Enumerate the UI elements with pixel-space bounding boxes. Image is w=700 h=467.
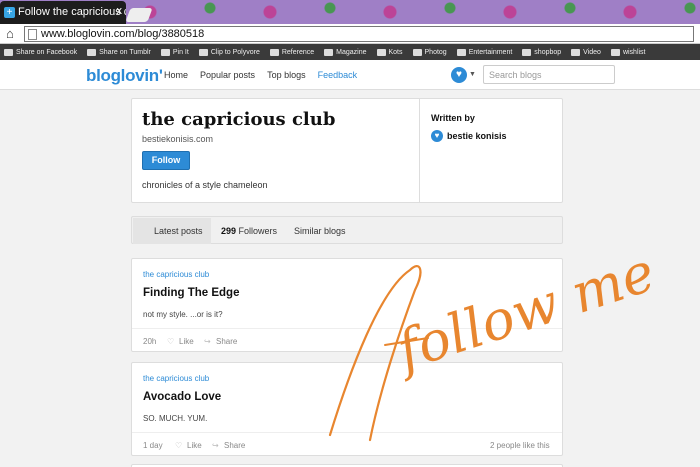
bookmark-label: shopbop xyxy=(534,48,562,56)
bookmark-folder[interactable]: Magazine xyxy=(324,48,367,56)
bookmark-label: Kots xyxy=(388,48,403,56)
folder-icon xyxy=(456,48,466,56)
folder-icon xyxy=(324,48,334,56)
bookmark-icon xyxy=(87,48,97,56)
bookmark-label: Photog xyxy=(424,48,447,56)
post-age: 1 day xyxy=(143,441,163,450)
likes-count[interactable]: 2 people like this xyxy=(490,441,550,450)
blog-url[interactable]: bestiekonisis.com xyxy=(142,134,213,144)
site-header: bloglovin' Home Popular posts Top blogs … xyxy=(0,60,700,90)
main-nav: Home Popular posts Top blogs Feedback xyxy=(164,70,357,80)
bookmark-folder[interactable]: Reference xyxy=(269,48,315,56)
post-excerpt: not my style. ...or is it? xyxy=(143,310,223,319)
bookmark-folder[interactable]: shopbop xyxy=(522,48,562,56)
url-field[interactable]: www.bloglovin.com/blog/3880518 xyxy=(24,26,694,42)
browser-tab-title: Follow the capricious club xyxy=(18,6,126,18)
bloglovin-logo[interactable]: bloglovin' xyxy=(86,66,163,86)
chevron-down-icon: ▼ xyxy=(469,71,476,78)
share-icon[interactable]: ↪ xyxy=(212,441,219,450)
bookmark-icon xyxy=(160,48,170,56)
bookmark-label: Entertainment xyxy=(468,48,513,56)
user-menu-dropdown[interactable]: ♥ ▼ xyxy=(451,67,476,83)
post-source[interactable]: the capricious club xyxy=(143,270,209,279)
like-button[interactable]: Like xyxy=(187,441,202,450)
bloglovin-favicon-icon: + xyxy=(4,7,15,18)
bookmark-label: Share on Tumblr xyxy=(99,48,151,56)
post-card: the capricious club Finding The Edge not… xyxy=(131,258,563,352)
folder-icon xyxy=(269,48,279,56)
followers-count: 299 xyxy=(221,226,237,236)
share-button[interactable]: Share xyxy=(216,337,237,346)
heart-outline-icon[interactable]: ♡ xyxy=(175,441,182,450)
page-icon xyxy=(28,29,37,40)
bookmark-label: Video xyxy=(583,48,601,56)
browser-tab[interactable]: + Follow the capricious club x xyxy=(0,1,126,24)
post-meta: 1 day ♡ Like ↪ Share 2 people like this xyxy=(132,432,562,456)
post-title[interactable]: Finding The Edge xyxy=(143,287,239,299)
author-name[interactable]: bestie konisis xyxy=(447,131,507,141)
bookmark-label: Clip to Polyvore xyxy=(210,48,260,56)
bookmark-item[interactable]: Pin It xyxy=(160,48,189,56)
share-icon[interactable]: ↪ xyxy=(204,337,211,346)
bookmark-item[interactable]: Share on Facebook xyxy=(4,48,78,56)
bookmark-label: Magazine xyxy=(336,48,367,56)
bookmark-folder[interactable]: Kots xyxy=(376,48,403,56)
author-avatar-icon[interactable]: ♥ xyxy=(431,130,443,142)
bookmark-folder[interactable]: wishlist xyxy=(610,48,646,56)
blog-description: chronicles of a style chameleon xyxy=(142,180,268,190)
bookmark-icon xyxy=(4,48,13,56)
folder-icon xyxy=(376,48,386,56)
bookmark-item[interactable]: Share on Tumblr xyxy=(87,48,151,56)
folder-icon xyxy=(571,48,581,56)
bookmark-folder[interactable]: Video xyxy=(571,48,601,56)
browser-tab-strip: + Follow the capricious club x xyxy=(0,0,700,24)
nav-home[interactable]: Home xyxy=(164,70,188,80)
tab-latest-posts[interactable]: Latest posts xyxy=(133,218,211,244)
home-icon[interactable]: ⌂ xyxy=(6,27,20,41)
folder-icon xyxy=(522,48,532,56)
tab-similar-blogs[interactable]: Similar blogs xyxy=(294,226,346,236)
share-button[interactable]: Share xyxy=(224,441,245,450)
blog-tabs: Latest posts 299 Followers Similar blogs xyxy=(131,216,563,244)
like-button[interactable]: Like xyxy=(179,337,194,346)
bookmark-label: wishlist xyxy=(622,48,646,56)
post-age: 20h xyxy=(143,337,157,346)
address-bar: ⌂ www.bloglovin.com/blog/3880518 xyxy=(0,24,700,44)
tab-followers[interactable]: 299 Followers xyxy=(221,226,277,236)
nav-popular-posts[interactable]: Popular posts xyxy=(200,70,255,80)
bookmark-label: Reference xyxy=(281,48,315,56)
nav-top-blogs[interactable]: Top blogs xyxy=(267,70,306,80)
blog-title: the capricious club xyxy=(142,109,336,130)
heart-icon: ♥ xyxy=(451,67,467,83)
follow-button[interactable]: Follow xyxy=(142,151,190,170)
post-card: the capricious club Avocado Love SO. MUC… xyxy=(131,362,563,456)
bookmark-label: Pin It xyxy=(172,48,189,56)
close-tab-icon[interactable]: x xyxy=(117,5,123,17)
bookmarks-bar: Share on Facebook Share on Tumblr Pin It… xyxy=(0,44,700,60)
bookmark-folder[interactable]: Photog xyxy=(412,48,447,56)
bookmark-label: Share on Facebook xyxy=(16,48,78,56)
folder-icon xyxy=(610,48,620,56)
post-meta: 20h ♡ Like ↪ Share xyxy=(132,328,562,352)
nav-feedback[interactable]: Feedback xyxy=(318,70,358,80)
folder-icon xyxy=(412,48,422,56)
url-text: www.bloglovin.com/blog/3880518 xyxy=(41,28,205,40)
post-source[interactable]: the capricious club xyxy=(143,374,209,383)
blog-profile-card: the capricious club bestiekonisis.com Fo… xyxy=(131,98,563,203)
post-excerpt: SO. MUCH. YUM. xyxy=(143,414,208,423)
search-input[interactable]: Search blogs xyxy=(483,65,615,84)
post-title[interactable]: Avocado Love xyxy=(143,391,221,403)
written-by-label: Written by xyxy=(431,113,475,123)
written-by-panel: Written by ♥ bestie konisis xyxy=(419,99,563,202)
bookmark-icon xyxy=(198,48,208,56)
bookmark-item[interactable]: Clip to Polyvore xyxy=(198,48,260,56)
heart-outline-icon[interactable]: ♡ xyxy=(167,337,174,346)
bookmark-folder[interactable]: Entertainment xyxy=(456,48,513,56)
followers-label: Followers xyxy=(238,226,278,236)
